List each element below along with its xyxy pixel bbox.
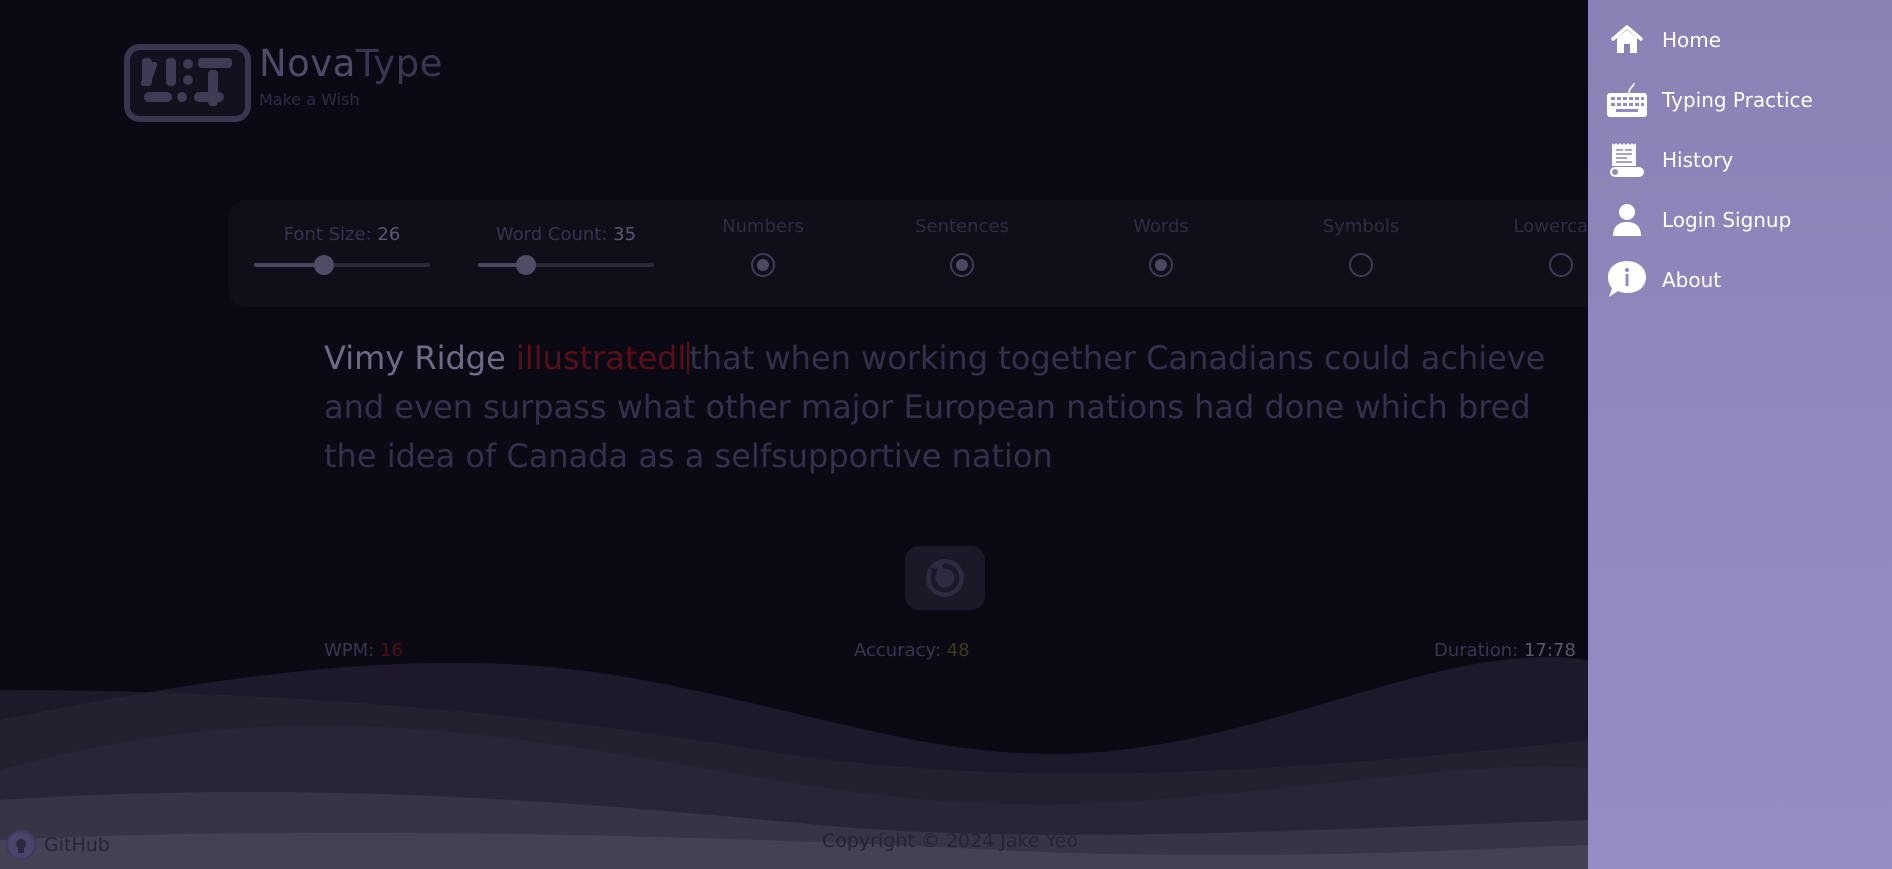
font-size-slider[interactable] [254, 255, 430, 275]
nav-label-about: About [1662, 268, 1722, 292]
incorrect-text: illustratedl [515, 339, 687, 377]
logo-mark-icon [124, 44, 251, 122]
nav-item-typing-practice[interactable]: Typing Practice [1588, 70, 1892, 130]
font-size-label: Font Size: 26 [254, 224, 430, 245]
nav-item-login-signup[interactable]: Login Signup [1588, 190, 1892, 250]
option-words[interactable]: Words [1086, 216, 1236, 277]
duration-value: 17:78 [1523, 640, 1576, 661]
duration-label: Duration: [1434, 640, 1524, 661]
word-count-value: 35 [613, 224, 637, 245]
accuracy-stat: Accuracy: 48 [854, 640, 970, 661]
nav-label-home: Home [1662, 28, 1722, 52]
brand-logo[interactable]: NovaType Make a Wish [124, 44, 443, 122]
brand-name-type: Type [355, 42, 443, 85]
option-label: Numbers [722, 216, 804, 237]
option-symbols[interactable]: Symbols [1286, 216, 1436, 277]
brand-tagline: Make a Wish [259, 90, 360, 109]
brand-name-nova: Nova [259, 42, 356, 85]
accuracy-label: Accuracy: [854, 640, 947, 661]
main-area: NovaType Make a Wish Font Size: 26 Word … [0, 0, 1588, 869]
option-label: Lowercase [1513, 216, 1588, 237]
option-numbers[interactable]: Numbers [688, 216, 838, 277]
nav-item-about[interactable]: About [1588, 250, 1892, 310]
option-label: Sentences [915, 216, 1009, 237]
settings-panel: Font Size: 26 Word Count: 35 Numbers Sen… [228, 200, 1588, 307]
nav-label-typing-practice: Typing Practice [1662, 88, 1813, 112]
radio-words[interactable] [1149, 253, 1173, 277]
wpm-stat: WPM: 16 [324, 640, 403, 661]
nav-item-history[interactable]: History [1588, 130, 1892, 190]
nav-item-home[interactable]: Home [1588, 10, 1892, 70]
word-count-control: Word Count: 35 [478, 224, 654, 275]
option-sentences[interactable]: Sentences [887, 216, 1037, 277]
side-nav: Home Typing Practice History Login Signu… [1588, 0, 1892, 869]
word-count-slider-thumb[interactable] [515, 255, 536, 275]
radio-symbols[interactable] [1349, 253, 1373, 277]
brand-name: NovaType [259, 44, 443, 84]
font-size-label-text: Font Size: [283, 224, 378, 245]
duration-stat: Duration: 17:78 [1434, 640, 1576, 661]
keyboard-icon [1606, 79, 1648, 121]
option-label: Symbols [1322, 216, 1400, 237]
radio-dot [1155, 259, 1167, 271]
home-icon [1606, 19, 1648, 61]
restart-button[interactable] [905, 546, 985, 610]
restart-icon [926, 559, 964, 597]
font-size-value: 26 [377, 224, 401, 245]
radio-sentences[interactable] [950, 253, 974, 277]
word-count-label: Word Count: 35 [478, 224, 654, 245]
word-count-label-text: Word Count: [495, 224, 614, 245]
wpm-value: 16 [379, 640, 403, 661]
info-icon [1606, 259, 1648, 301]
word-count-slider[interactable] [478, 255, 654, 275]
radio-dot [956, 259, 968, 271]
nav-label-history: History [1662, 148, 1734, 172]
wpm-label: WPM: [324, 640, 380, 661]
font-size-slider-thumb[interactable] [314, 255, 335, 275]
option-label: Words [1133, 216, 1189, 237]
radio-dot [757, 259, 769, 271]
option-lowercase[interactable]: Lowercase [1486, 216, 1588, 277]
scroll-icon [1606, 139, 1648, 181]
typed-text: Vimy Ridge [324, 339, 516, 377]
accuracy-value: 48 [946, 640, 970, 661]
font-size-control: Font Size: 26 [254, 224, 430, 275]
nav-label-login-signup: Login Signup [1662, 208, 1792, 232]
user-icon [1606, 199, 1648, 241]
radio-numbers[interactable] [751, 253, 775, 277]
typing-passage[interactable]: Vimy Ridge illustratedlthat when working… [324, 334, 1584, 481]
radio-lowercase[interactable] [1549, 253, 1573, 277]
